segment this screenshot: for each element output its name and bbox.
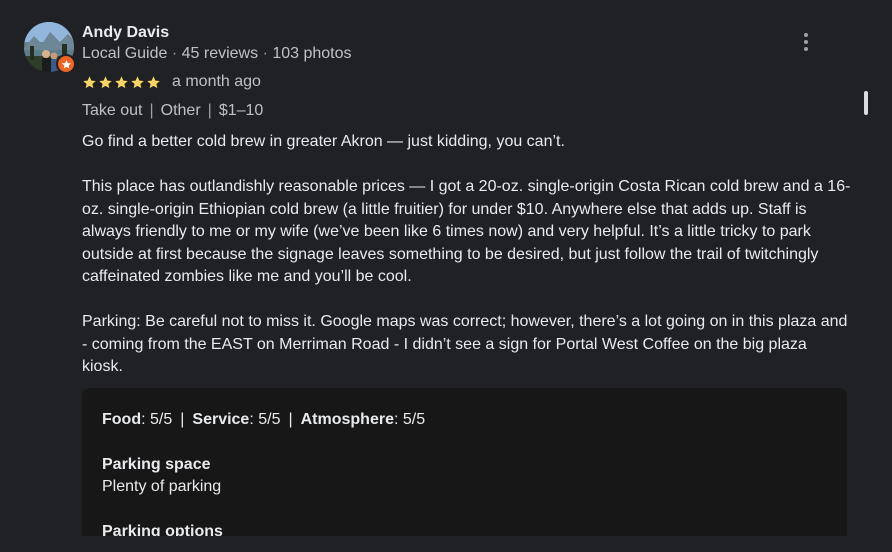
scrollbar-thumb[interactable]: [864, 91, 868, 115]
rating-score-atmosphere: : 5/5: [393, 411, 426, 428]
rating-separator: |: [180, 411, 185, 428]
rating-label-food: Food: [102, 411, 142, 428]
tag-separator: |: [149, 102, 154, 119]
review-tags: Take out | Other | $1–10: [82, 101, 263, 121]
review-details-box: Food: 5/5 | Service: 5/5 | Atmosphere: 5/5 P…: [82, 388, 847, 536]
attribute-title-parking-options: Parking options: [102, 523, 223, 536]
star-icon: [114, 75, 129, 90]
tag-separator: |: [207, 102, 212, 119]
meta-separator: ·: [262, 45, 268, 62]
rating-score-service: : 5/5: [249, 411, 281, 428]
more-vert-icon: [804, 33, 808, 51]
local-guide-star-icon: [56, 54, 76, 74]
reviewer-role: Local Guide: [82, 45, 168, 62]
reviewer-meta[interactable]: Local Guide · 45 reviews · 103 photos: [82, 44, 352, 64]
tag-meal-type: Other: [160, 102, 201, 119]
more-options-button[interactable]: [794, 30, 818, 54]
rating-score-food: : 5/5: [141, 411, 173, 428]
review-paragraph: Parking: Be careful not to miss it. Goog…: [82, 313, 848, 375]
star-rating: [82, 75, 161, 90]
attribute-value-parking-space: Plenty of parking: [102, 478, 222, 495]
review-time: a month ago: [172, 73, 261, 90]
rating-row: a month ago: [82, 72, 261, 92]
attribute-title-parking-space: Parking space: [102, 456, 211, 473]
star-icon: [130, 75, 145, 90]
star-icon: [82, 75, 97, 90]
review-paragraph: This place has outlandishly reasonable p…: [82, 178, 851, 285]
star-icon: [146, 75, 161, 90]
avatar[interactable]: [24, 22, 76, 74]
review-text: Go find a better cold brew in greater Ak…: [82, 131, 852, 379]
reviewer-photo-count: 103 photos: [272, 45, 352, 62]
sub-ratings: Food: 5/5 | Service: 5/5 | Atmosphere: 5/5: [102, 410, 425, 430]
rating-label-atmosphere: Atmosphere: [300, 411, 394, 428]
tag-price: $1–10: [218, 102, 264, 119]
tag-service-type: Take out: [82, 102, 143, 119]
meta-separator: ·: [171, 45, 178, 62]
reviewer-name[interactable]: Andy Davis: [82, 23, 169, 43]
rating-separator: |: [288, 411, 293, 428]
reviewer-review-count: 45 reviews: [181, 45, 259, 62]
review-paragraph: Go find a better cold brew in greater Ak…: [82, 133, 565, 150]
star-icon: [98, 75, 113, 90]
rating-label-service: Service: [192, 411, 250, 428]
